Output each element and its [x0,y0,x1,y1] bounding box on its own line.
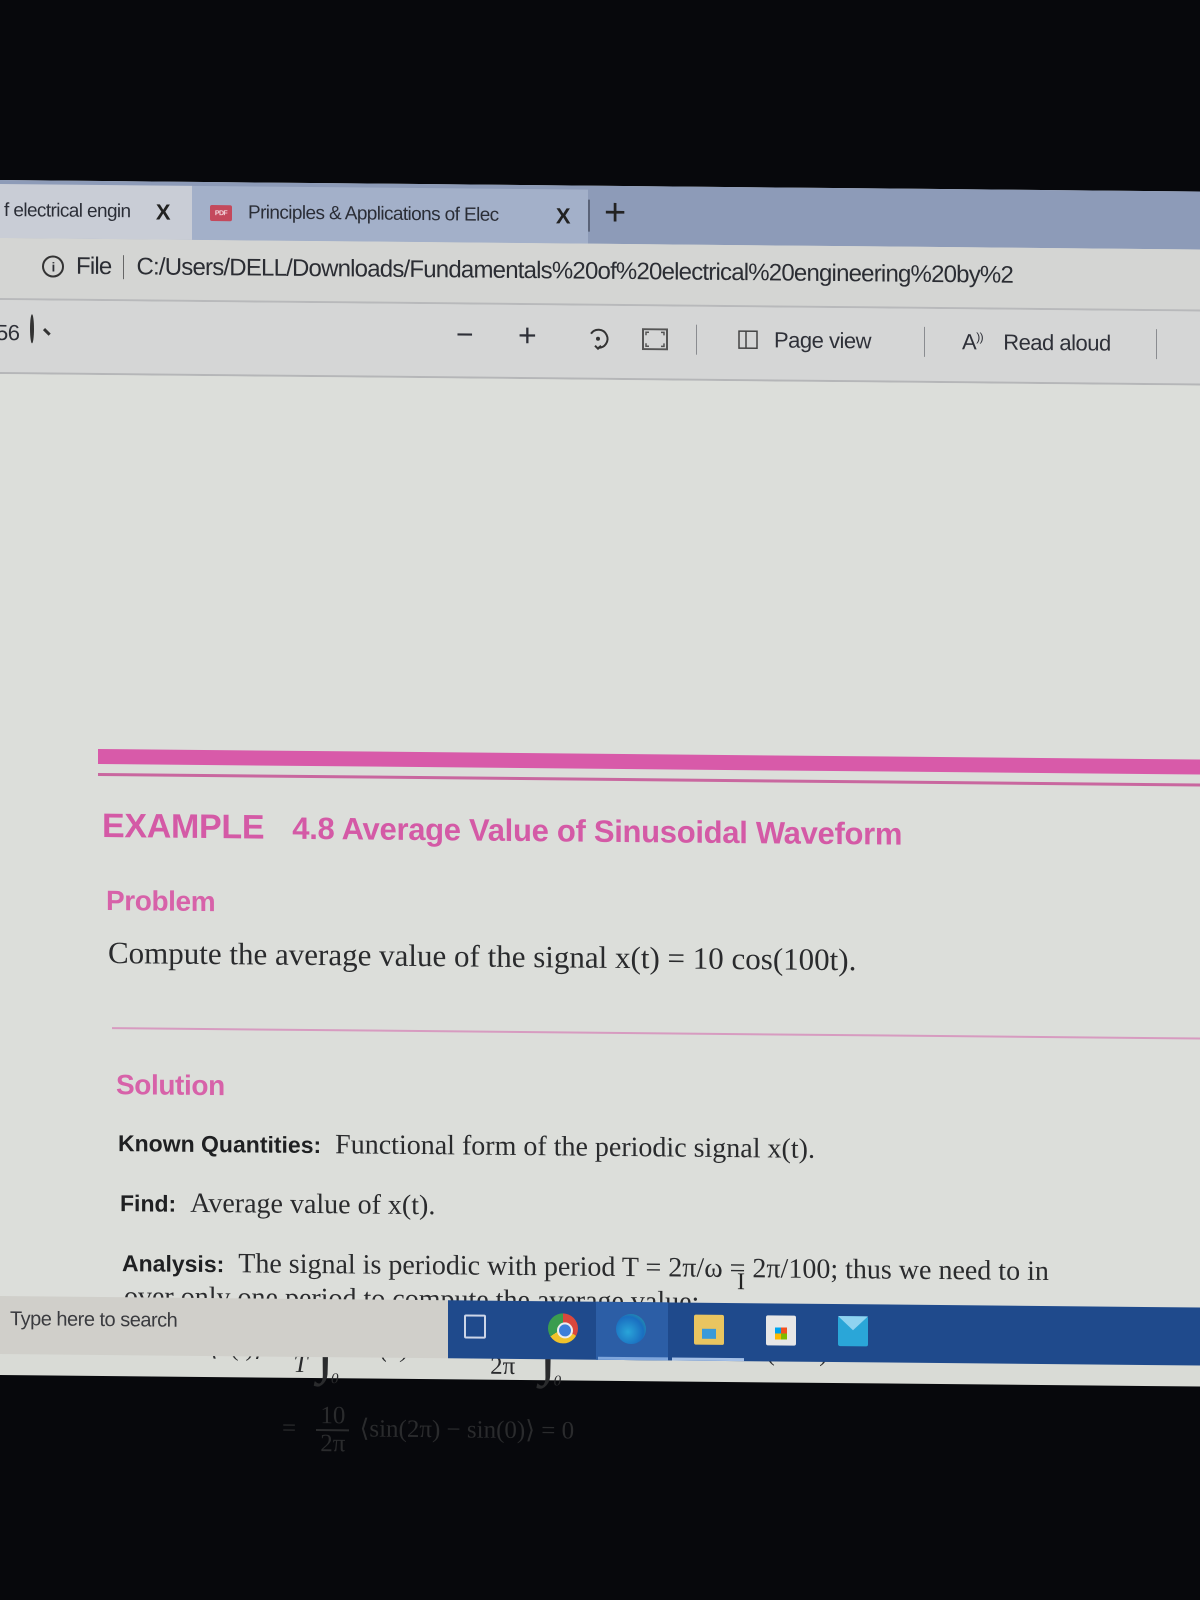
find-label: Find: [120,1190,177,1217]
example-lead: EXAMPLE [102,806,265,847]
page-view-label: Page view [774,327,872,354]
read-aloud-label: Read aloud [1003,329,1111,356]
fit-to-page-icon[interactable] [642,328,668,356]
tab-label: Principles & Applications of Elec [248,202,499,226]
equation-result: = 10 2π ⟨sin(2π) − sin(0)⟩ = 0 [282,1402,575,1460]
known-label: Known Quantities: [118,1130,322,1159]
header-stripe [98,748,1200,775]
address-separator [123,255,125,280]
search-icon[interactable] [30,314,51,344]
toolbar-separator [1156,329,1157,360]
close-tab-icon[interactable]: X [556,203,570,229]
section-divider [112,1027,1200,1040]
tab-label: f electrical engin [4,200,131,223]
text-cursor-icon: I [737,1269,745,1296]
example-title: EXAMPLE 4.8 Average Value of Sinusoidal W… [102,807,902,854]
zoom-out-button[interactable]: − [456,318,473,352]
url-text[interactable]: C:/Users/DELL/Downloads/Fundamentals%20o… [136,253,1013,289]
file-explorer-icon[interactable] [694,1314,724,1345]
example-heading: 4.8 Average Value of Sinusoidal Waveform [292,810,903,852]
page-view-icon [738,330,758,350]
find-paragraph: Find: Average value of x(t). [120,1187,435,1222]
tab-principles-applications[interactable]: PDF Principles & Applications of Elec X [192,185,588,244]
address-field[interactable]: i File C:/Users/DELL/Downloads/Fundament… [42,252,1013,289]
monitor-screen: f electrical engin X PDF Principles & Ap… [0,180,1200,1458]
toolbar-separator [924,326,925,357]
scheme-label: File [76,252,112,281]
analysis-label: Analysis: [122,1250,225,1278]
tab-separator [588,199,590,232]
eq2-lhs: = [282,1414,297,1442]
problem-text: Compute the average value of the signal … [108,935,857,978]
tab-electrical-engineering[interactable]: f electrical engin X [0,184,192,240]
taskbar [448,1300,1200,1366]
page-view-button[interactable]: Page view [738,327,871,354]
find-text: Average value of x(t). [190,1187,436,1222]
pdf-icon: PDF [210,205,232,222]
mail-icon[interactable] [838,1316,868,1347]
eq2-rhs: ⟨sin(2π) − sin(0)⟩ = 0 [359,1415,575,1445]
read-aloud-icon: A)) [962,329,984,355]
zoom-in-button[interactable]: + [518,317,536,354]
address-bar: i File C:/Users/DELL/Downloads/Fundament… [0,238,1200,312]
page-number[interactable]: 56 [0,320,19,346]
pdf-toolbar: 56 − + Page view A)) Read aloud [0,300,1200,386]
microsoft-store-icon[interactable] [766,1315,796,1346]
taskbar-search-box[interactable]: Type here to search [0,1296,448,1359]
read-aloud-button[interactable]: A)) Read aloud [962,329,1111,356]
known-quantities: Known Quantities: Functional form of the … [118,1127,815,1166]
task-view-icon[interactable] [464,1314,486,1339]
edge-icon[interactable] [616,1313,646,1345]
analysis-text-1: The signal is periodic with period T = 2… [238,1248,1049,1288]
toolbar-separator [696,324,697,355]
info-icon[interactable]: i [42,255,64,278]
header-rule [98,772,1200,787]
problem-heading: Problem [106,885,216,918]
fraction-10-over-2pi: 10 2π [316,1402,350,1458]
pdf-page: EXAMPLE 4.8 Average Value of Sinusoidal W… [0,374,1200,1458]
new-tab-button[interactable]: + [604,192,626,235]
rotate-icon[interactable] [586,326,610,360]
solution-heading: Solution [116,1069,225,1102]
chrome-icon[interactable] [548,1313,578,1344]
close-tab-icon[interactable]: X [156,199,170,225]
known-text: Functional form of the periodic signal x… [335,1129,815,1165]
